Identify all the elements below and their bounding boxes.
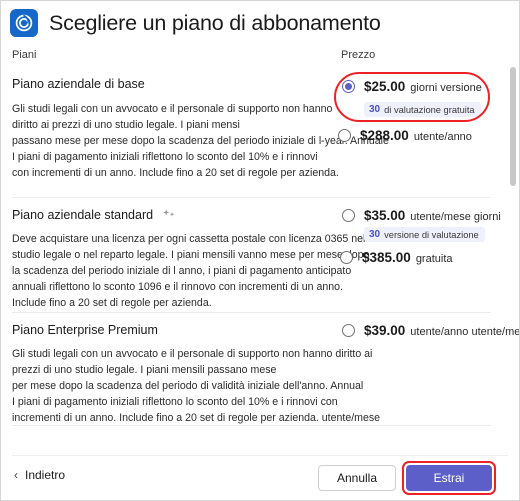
plan-row[interactable]: Piano aziendale standard Deve acquistare…: [1, 198, 519, 313]
plan-title: Piano aziendale standard: [12, 208, 154, 222]
plan-description-line: per mese dopo la scadenza del periodo di…: [12, 380, 364, 392]
plan-description-line: Deve acquistare una licenza per ogni cas…: [12, 233, 374, 245]
plan-description-line: Gli studi legali con un avvocato e il pe…: [12, 348, 373, 360]
subscription-plan-dialog: Scegliere un piano di abbonamento Piani …: [0, 0, 520, 501]
price-unit: utente/mese giorni: [410, 211, 501, 223]
plan-description-line: diritto ai prezzi di uno studio legale. …: [12, 119, 240, 131]
price-unit: gratuita: [415, 253, 453, 265]
trial-days-count: 30: [369, 104, 381, 115]
price-option[interactable]: $385.00 gratuita: [340, 250, 453, 265]
plan-description-line: la scadenza del periodo iniziale di l an…: [12, 265, 352, 277]
plan-title: Piano aziendale di base: [12, 77, 145, 91]
price-option[interactable]: $288.00 utente/anno: [338, 128, 472, 143]
scrollbar-thumb[interactable]: [510, 67, 516, 186]
column-header-plans: Piani: [12, 49, 37, 61]
plan-row[interactable]: Piano Enterprise Premium Gli studi legal…: [1, 313, 520, 426]
price-radio[interactable]: [342, 209, 355, 222]
vertical-scrollbar[interactable]: [508, 67, 518, 455]
plan-description-line: studio legale o nel reparto legale. I pi…: [12, 249, 370, 261]
page-title: Scegliere un piano di abbonamento: [49, 10, 381, 35]
dialog-header: Scegliere un piano di abbonamento: [1, 1, 519, 45]
trial-badge: 30 versione di valutazione: [364, 227, 485, 242]
plan-row[interactable]: Piano aziendale di base Gli studi legali…: [1, 67, 519, 198]
trial-badge-label: versione di valutazione: [384, 229, 479, 240]
plan-description-line: passano mese per mese dopo la scadenza d…: [12, 135, 389, 147]
column-header-price: Prezzo: [341, 49, 376, 61]
plan-description-line: prezzi di uno studio legale. I piani men…: [12, 364, 277, 376]
price-option[interactable]: $25.00 giorni versione: [342, 79, 482, 94]
price-unit: utente/anno: [413, 131, 472, 143]
price-radio-selected[interactable]: [342, 80, 355, 93]
plan-description-line: Gli studi legali con un avvocato e il pe…: [12, 103, 333, 115]
footer-divider: [12, 455, 508, 456]
price-radio[interactable]: [340, 251, 353, 264]
plan-description-line: Include fino a 20 set di regole per azie…: [12, 297, 212, 309]
sparkle-icon: [161, 208, 177, 222]
column-headers: Piani Prezzo: [1, 45, 519, 67]
submit-button[interactable]: Estrai: [406, 465, 492, 491]
plan-description: Gli studi legali con un avvocato e il pe…: [12, 346, 380, 426]
app-logo-icon: [10, 9, 38, 37]
back-button-label: Indietro: [25, 468, 66, 482]
plan-description: Deve acquistare una licenza per ogni cas…: [12, 231, 374, 311]
price-radio[interactable]: [342, 324, 355, 337]
price-amount: $35.00: [364, 208, 406, 223]
plan-list: Piano aziendale di base Gli studi legali…: [1, 67, 520, 455]
trial-badge-label: di valutazione gratuita: [384, 104, 475, 115]
trial-badge: 30 di valutazione gratuita: [364, 102, 481, 117]
back-button[interactable]: ‹ Indietro: [14, 468, 65, 482]
plan-description-line: incrementi di un anno. Include fino a 20…: [12, 412, 381, 424]
plan-description: Gli studi legali con un avvocato e il pe…: [12, 101, 389, 181]
price-amount: $385.00: [362, 250, 411, 265]
price-option[interactable]: $35.00 utente/mese giorni: [342, 208, 501, 223]
plan-description-line: I piani di pagamento iniziali riflettono…: [12, 396, 338, 408]
plan-description-line: con incrementi di un anno. Include fino …: [12, 167, 339, 179]
price-amount: $288.00: [360, 128, 409, 143]
trial-days-count: 30: [369, 229, 381, 240]
dialog-footer: ‹ Indietro Annulla Estrai: [1, 455, 519, 500]
plan-title: Piano Enterprise Premium: [12, 323, 158, 337]
plan-divider: [12, 425, 491, 426]
price-radio[interactable]: [338, 129, 351, 142]
cancel-button[interactable]: Annulla: [318, 465, 396, 491]
plan-description-line: I piani di pagamento iniziali riflettono…: [12, 151, 318, 163]
price-unit: utente/anno utente/mese: [410, 326, 520, 338]
price-amount: $39.00: [364, 323, 406, 338]
plan-description-line: annuali riflettono lo sconto 1096 e il r…: [12, 281, 343, 293]
price-unit: giorni versione: [410, 82, 482, 94]
chevron-left-icon: ‹: [14, 468, 18, 482]
price-option[interactable]: $39.00 utente/anno utente/mese: [342, 323, 520, 338]
price-amount: $25.00: [364, 79, 406, 94]
